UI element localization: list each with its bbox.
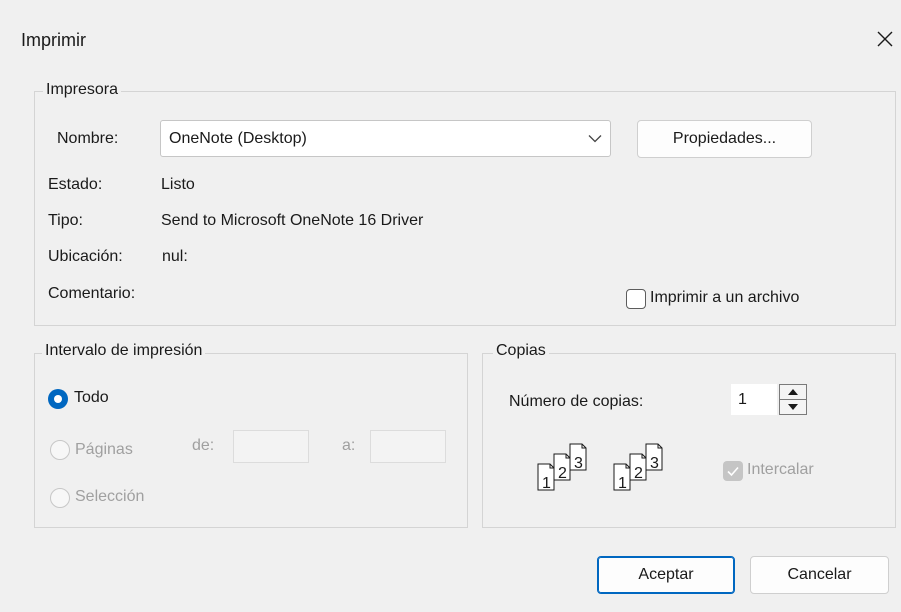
print-to-file-checkbox[interactable] [626,289,646,309]
radio-all[interactable] [48,389,68,409]
radio-pages[interactable] [50,440,70,460]
printer-name-value: OneNote (Desktop) [169,130,307,147]
ok-button[interactable]: Aceptar [597,556,735,594]
close-button[interactable] [870,24,900,54]
dialog-title: Imprimir [21,30,86,50]
page-number-3: 3 [650,455,659,472]
radio-selection[interactable] [50,488,70,508]
print-range-legend: Intervalo de impresión [42,342,206,360]
properties-button[interactable]: Propiedades... [637,120,812,158]
to-label: a: [342,437,356,454]
collate-checkbox[interactable] [723,461,743,481]
triangle-up-icon [788,389,798,395]
copies-legend: Copias [493,342,549,360]
comment-label: Comentario: [48,285,136,302]
collate-label[interactable]: Intercalar [747,461,814,479]
spin-up-button[interactable] [780,385,806,400]
triangle-down-icon [788,404,798,410]
status-label: Estado: [48,176,103,193]
printer-name-select[interactable]: OneNote (Desktop) [160,120,611,157]
printer-name-label: Nombre: [57,130,119,147]
checkmark-icon [727,466,739,477]
print-to-file-label[interactable]: Imprimir a un archivo [650,289,799,307]
page-number-2: 2 [558,465,567,482]
close-icon [877,31,893,47]
radio-all-label[interactable]: Todo [74,389,109,407]
status-value: Listo [161,176,195,193]
page-number-1: 1 [542,475,551,492]
type-value: Send to Microsoft OneNote 16 Driver [161,212,424,229]
copies-count-input[interactable]: 1 [731,384,777,415]
page-number-1: 1 [618,475,627,492]
page-number-3: 3 [574,455,583,472]
from-page-input[interactable] [233,430,309,463]
cancel-button[interactable]: Cancelar [750,556,889,594]
chevron-down-icon [588,135,602,143]
page-number-2: 2 [634,465,643,482]
spin-down-button[interactable] [780,400,806,414]
copies-count-value: 1 [738,391,747,408]
radio-pages-label[interactable]: Páginas [75,441,133,459]
to-page-input[interactable] [370,430,446,463]
print-dialog: Imprimir Impresora Nombre: OneNote (Desk… [0,0,901,612]
copies-spinner[interactable] [779,384,807,415]
type-label: Tipo: [48,212,83,229]
from-label: de: [192,437,215,454]
copies-count-label: Número de copias: [509,393,644,410]
location-label: Ubicación: [48,248,123,265]
collate-pages-icon: 1 2 3 1 2 3 [537,443,663,492]
radio-selection-label[interactable]: Selección [75,488,144,506]
location-value: nul: [162,248,188,265]
printer-group-legend: Impresora [43,81,122,99]
